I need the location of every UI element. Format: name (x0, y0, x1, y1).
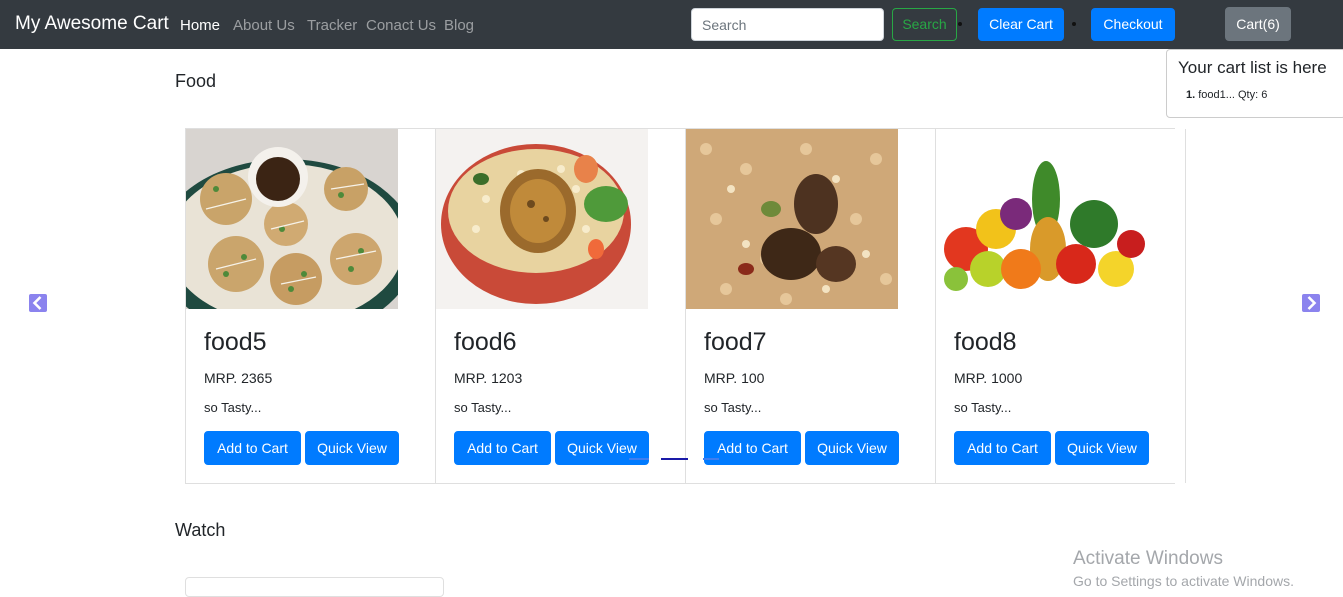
product-price: MRP. 2365 (204, 370, 273, 386)
food-carousel: food5 MRP. 2365 so Tasty... Add to Cart … (185, 128, 1186, 484)
activate-windows-title: Activate Windows (1073, 548, 1223, 569)
product-card: food7 MRP. 100 so Tasty... Add to Cart Q… (686, 129, 936, 483)
quick-view-button[interactable]: Quick View (805, 431, 899, 465)
product-title: food5 (204, 328, 267, 356)
product-description: so Tasty... (204, 400, 262, 415)
cart-popover: Your cart list is here 1. food1... Qty: … (1166, 49, 1343, 118)
popover-cart-item: 1. food1... Qty: 6 (1186, 89, 1267, 101)
nav-about-us[interactable]: About Us (233, 17, 295, 34)
product-description: so Tasty... (704, 400, 762, 415)
product-title: food8 (954, 328, 1017, 356)
navbar: My Awesome Cart Home About Us Tracker Co… (0, 0, 1343, 49)
product-card: food6 MRP. 1203 so Tasty... Add to Cart … (436, 129, 686, 483)
section-title-food: Food (175, 71, 217, 91)
carousel-indicator-active[interactable] (661, 458, 688, 460)
cart-button[interactable]: Cart(6) (1225, 7, 1291, 41)
product-image (436, 129, 648, 309)
product-image (186, 129, 398, 309)
separator-dot (1072, 22, 1076, 26)
checkout-button[interactable]: Checkout (1091, 8, 1175, 41)
product-card (185, 577, 444, 597)
section-title-watch: Watch (175, 520, 226, 540)
popover-title: Your cart list is here (1178, 58, 1327, 77)
add-to-cart-button[interactable]: Add to Cart (204, 431, 301, 465)
nav-blog[interactable]: Blog (444, 17, 474, 34)
quick-view-button[interactable]: Quick View (305, 431, 399, 465)
product-title: food6 (454, 328, 517, 356)
search-input[interactable] (691, 8, 884, 41)
nav-home[interactable]: Home (180, 17, 220, 34)
separator-dot (958, 22, 962, 26)
product-card: food5 MRP. 2365 so Tasty... Add to Cart … (186, 129, 436, 483)
cart-item-text: food1... Qty: 6 (1198, 89, 1268, 101)
add-to-cart-button[interactable]: Add to Cart (954, 431, 1051, 465)
cart-item-index: 1. (1186, 89, 1196, 101)
quick-view-button[interactable]: Quick View (1055, 431, 1149, 465)
chevron-right-icon[interactable] (1302, 294, 1320, 312)
product-description: so Tasty... (454, 400, 512, 415)
brand-logo[interactable]: My Awesome Cart (15, 13, 169, 35)
product-title: food7 (704, 328, 767, 356)
product-price: MRP. 100 (704, 370, 765, 386)
nav-tracker[interactable]: Tracker (307, 17, 357, 34)
product-card: food8 MRP. 1000 so Tasty... Add to Cart … (936, 129, 1186, 483)
product-price: MRP. 1000 (954, 370, 1023, 386)
search-button[interactable]: Search (892, 8, 957, 41)
carousel-indicator[interactable] (629, 458, 649, 460)
add-to-cart-button[interactable]: Add to Cart (454, 431, 551, 465)
activate-windows-subtitle: Go to Settings to activate Windows. (1073, 573, 1294, 589)
product-description: so Tasty... (954, 400, 1012, 415)
product-image (686, 129, 898, 309)
chevron-left-icon[interactable] (29, 294, 47, 312)
clear-cart-button[interactable]: Clear Cart (978, 8, 1064, 41)
carousel-indicator[interactable] (703, 458, 719, 460)
nav-contact-us[interactable]: Conact Us (366, 17, 436, 34)
product-image (936, 129, 1148, 309)
product-price: MRP. 1203 (454, 370, 523, 386)
